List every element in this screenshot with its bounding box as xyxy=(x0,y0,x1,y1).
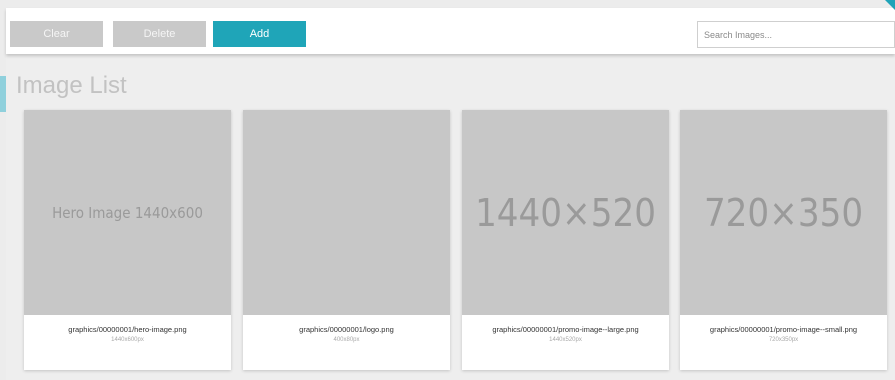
thumbnail-text: 720×350 xyxy=(703,190,864,235)
image-card-promo-large[interactable]: 1440×520 graphics/00000001/promo-image--… xyxy=(462,110,669,370)
delete-button[interactable]: Delete xyxy=(113,21,206,47)
image-dimensions: 400x80px xyxy=(333,337,360,343)
image-card-hero[interactable]: Hero Image 1440x600 graphics/00000001/he… xyxy=(24,110,231,370)
corner-marker-icon xyxy=(885,0,895,10)
search-input[interactable] xyxy=(697,21,895,48)
add-button[interactable]: Add xyxy=(213,21,306,47)
image-dimensions: 720x350px xyxy=(768,337,799,343)
image-thumbnail[interactable] xyxy=(243,110,450,315)
toolbar: Clear Delete Add xyxy=(6,0,895,54)
image-thumbnail[interactable]: 720×350 xyxy=(680,110,887,315)
image-dimensions: 1440x520px xyxy=(549,337,582,343)
thumbnail-text: Hero Image 1440x600 xyxy=(52,203,203,222)
image-filename: graphics/00000001/hero-image.png xyxy=(68,325,187,334)
image-filename: graphics/00000001/promo-image--large.png xyxy=(492,325,639,334)
image-filename: graphics/00000001/promo-image--small.png xyxy=(709,325,858,334)
image-dimensions: 1440x600px xyxy=(111,337,144,343)
thumbnail-text: 1440×520 xyxy=(475,190,656,235)
page-title: Image List xyxy=(16,72,127,99)
image-thumbnail[interactable]: Hero Image 1440x600 xyxy=(24,110,231,315)
image-card-promo-small[interactable]: 720×350 graphics/00000001/promo-image--s… xyxy=(680,110,887,370)
image-thumbnail[interactable]: 1440×520 xyxy=(462,110,669,315)
image-filename: graphics/00000001/logo.png xyxy=(299,325,394,334)
image-list-panel: Clear Delete Add Image List Hero Image 1… xyxy=(6,0,895,380)
clear-button[interactable]: Clear xyxy=(10,21,103,47)
image-card-logo[interactable]: graphics/00000001/logo.png 400x80px xyxy=(243,110,450,370)
